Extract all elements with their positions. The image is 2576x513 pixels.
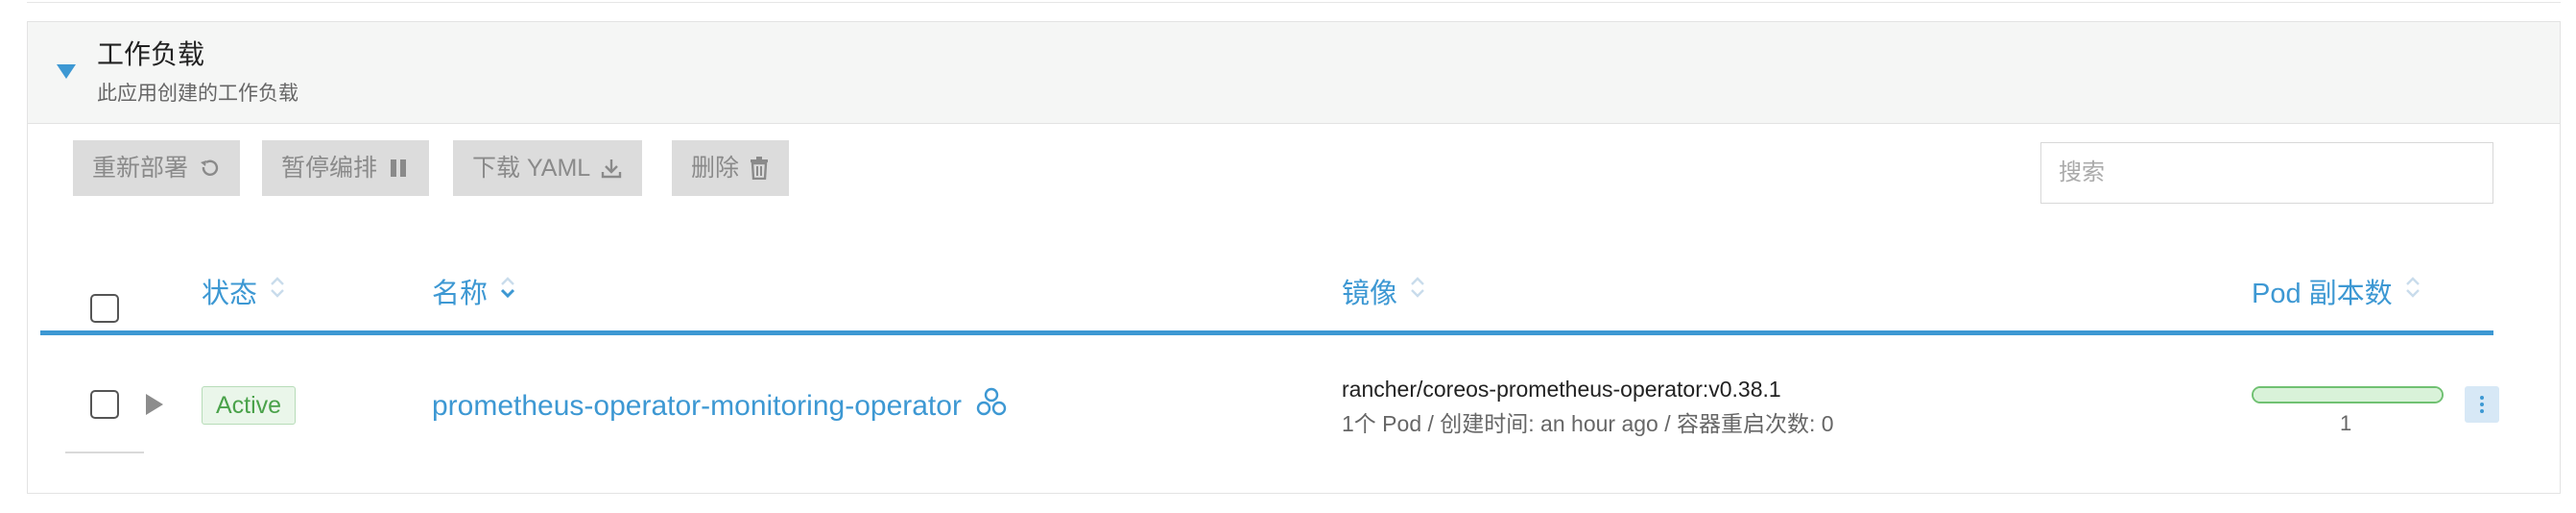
row-checkbox[interactable] <box>90 390 119 419</box>
column-header-image[interactable]: 镜像 <box>1342 271 1426 311</box>
redo-icon <box>198 157 221 180</box>
sort-icon <box>2404 273 2421 309</box>
pause-icon <box>387 157 410 180</box>
pause-orchestration-button[interactable]: 暂停编排 <box>262 140 430 196</box>
column-name-label: 名称 <box>432 279 489 309</box>
status-badge: Active <box>202 386 297 425</box>
column-header-name[interactable]: 名称 <box>432 271 516 311</box>
delete-label: 删除 <box>691 155 740 182</box>
select-all-checkbox[interactable] <box>90 294 119 323</box>
section-header[interactable]: 工作负载 此应用创建的工作负载 <box>28 22 2560 124</box>
delete-button[interactable]: 删除 <box>672 140 790 196</box>
pause-label: 暂停编排 <box>281 155 378 182</box>
download-yaml-button[interactable]: 下载 YAML <box>453 140 643 196</box>
workload-name: prometheus-operator-monitoring-operator <box>432 390 962 422</box>
redeploy-button[interactable]: 重新部署 <box>73 140 241 196</box>
caret-right-icon[interactable] <box>146 394 163 415</box>
column-state-label: 状态 <box>202 279 258 309</box>
search-input[interactable] <box>2040 142 2493 204</box>
column-header-pods[interactable]: Pod 副本数 <box>2252 271 2421 311</box>
kebab-menu-icon[interactable] <box>2465 386 2499 423</box>
trash-icon <box>749 157 770 180</box>
download-icon <box>600 157 623 180</box>
sort-icon <box>1409 273 1426 309</box>
top-divider <box>27 0 2561 3</box>
sort-icon <box>269 273 286 309</box>
table-header-divider <box>40 330 2493 335</box>
column-pods-label: Pod 副本数 <box>2252 279 2393 309</box>
section-title: 工作负载 <box>97 39 205 69</box>
workloads-section: 工作负载 此应用创建的工作负载 <box>27 21 2561 494</box>
sort-descending-icon <box>499 273 516 309</box>
cluster-nodes-icon <box>975 386 1008 427</box>
download-label: 下载 YAML <box>472 155 591 182</box>
section-subtitle: 此应用创建的工作负载 <box>97 83 298 105</box>
column-image-label: 镜像 <box>1342 279 1398 309</box>
pod-progress-bar <box>2252 386 2444 403</box>
row-underline <box>65 452 144 453</box>
pod-count: 1 <box>2340 411 2352 435</box>
caret-down-icon[interactable] <box>57 64 76 79</box>
column-header-state[interactable]: 状态 <box>202 271 286 311</box>
redeploy-label: 重新部署 <box>92 155 189 182</box>
image-name: rancher/coreos-prometheus-operator:v0.38… <box>1342 377 1781 402</box>
pod-progress-fill <box>2254 388 2442 402</box>
workload-details: 1个 Pod / 创建时间: an hour ago / 容器重启次数: 0 <box>1342 411 1834 436</box>
workload-name-link[interactable]: prometheus-operator-monitoring-operator <box>432 386 1008 427</box>
